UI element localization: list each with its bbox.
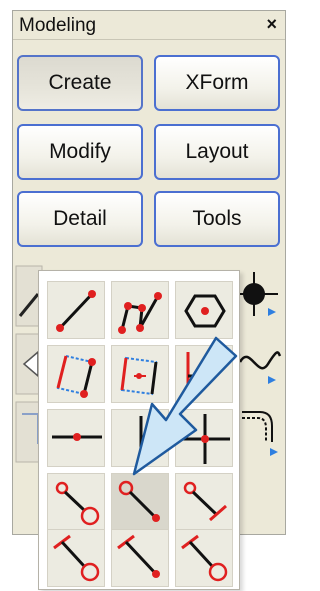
callout-arrow-icon bbox=[132, 336, 238, 476]
